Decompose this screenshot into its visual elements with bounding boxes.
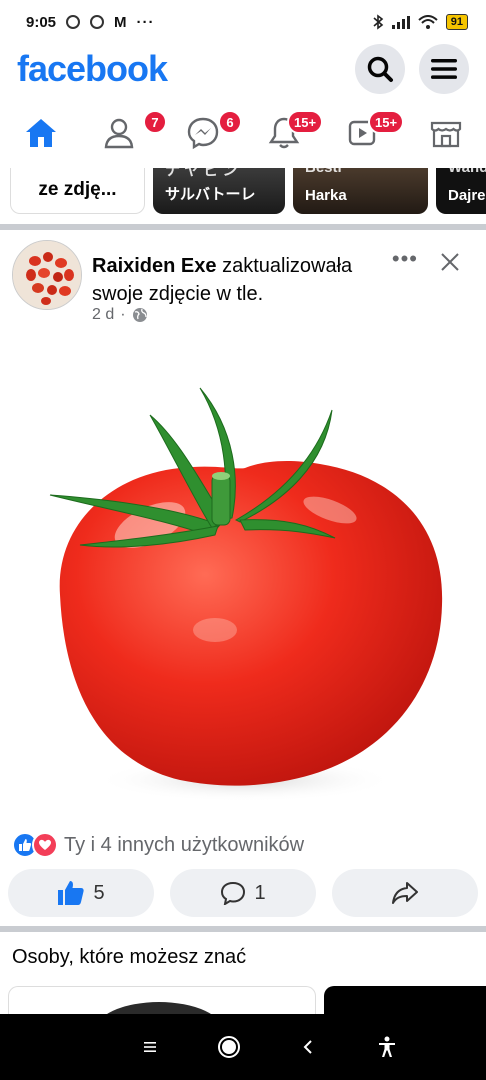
share-button[interactable] [332, 869, 478, 917]
story-card[interactable]: Besti Harka [293, 168, 428, 214]
share-icon [392, 882, 418, 904]
search-icon [367, 56, 393, 82]
status-time: 9:05 [26, 13, 57, 31]
meta-separator: · [120, 306, 126, 323]
section-divider [0, 224, 486, 230]
chrome-icon [66, 15, 81, 29]
tab-home[interactable] [0, 100, 81, 166]
story-top-text: Wand [448, 168, 486, 176]
back-icon [303, 1040, 312, 1054]
post-time[interactable]: 2 d [92, 306, 114, 324]
section-divider [0, 926, 486, 932]
menu-button[interactable] [419, 44, 469, 94]
tab-marketplace[interactable] [405, 100, 486, 166]
facebook-logo[interactable]: facebook [17, 48, 168, 90]
stories-row: ze zdję... ナ ヤ ビ ン サルバトーレ Besti Harka Wa… [0, 168, 486, 218]
globe-icon [132, 308, 147, 322]
create-story-card[interactable]: ze zdję... [10, 168, 145, 214]
gmail-icon: M [114, 13, 127, 31]
post-meta: 2 d · [92, 306, 148, 324]
comment-button[interactable]: 1 [170, 869, 316, 917]
close-icon [441, 253, 459, 271]
story-name: Dajre [448, 187, 486, 204]
love-reaction-icon [32, 832, 58, 858]
reactions-summary[interactable]: Ty i 4 innych użytkowników [12, 832, 304, 858]
accessibility-icon [378, 1036, 395, 1057]
accessibility-button[interactable] [367, 1027, 407, 1067]
hamburger-icon [431, 59, 457, 79]
story-top-text: ナ ヤ ビ ン [165, 168, 238, 179]
messenger-badge: 6 [218, 110, 242, 134]
recents-icon [143, 1042, 156, 1052]
home-circle-icon [217, 1036, 240, 1058]
reactions-text: Ty i 4 innych użytkowników [64, 833, 305, 856]
tomato-image [49, 387, 443, 802]
story-card[interactable]: ナ ヤ ビ ン サルバトーレ [153, 168, 285, 214]
watch-badge: 15+ [368, 110, 405, 134]
back-button[interactable] [288, 1027, 328, 1067]
tab-watch[interactable]: 15+ [324, 100, 405, 166]
story-name: サルバトーレ [165, 186, 256, 203]
bluetooth-icon [373, 14, 384, 30]
chrome-icon [90, 15, 105, 29]
friends-icon [104, 118, 133, 149]
pymk-title: Osoby, które możesz znać [12, 946, 247, 968]
battery-indicator: 91 [445, 14, 468, 30]
hide-post-button[interactable] [440, 252, 460, 277]
author-avatar[interactable] [12, 240, 82, 310]
system-navbar [0, 1014, 486, 1080]
home-system-button[interactable] [209, 1027, 249, 1067]
avatar-tomatoes-image [13, 241, 81, 309]
tab-notifications[interactable]: 15+ [243, 100, 324, 166]
search-button[interactable] [355, 44, 405, 94]
create-story-label: ze zdję... [38, 179, 117, 200]
comment-count: 1 [254, 881, 266, 904]
post-header: Raixiden Exe zaktualizowała swoje zdjęci… [12, 240, 476, 330]
more-notifications-icon: ··· [136, 13, 155, 31]
tab-messenger[interactable]: 6 [162, 100, 243, 166]
post-author-line: Raixiden Exe zaktualizowała swoje zdjęci… [92, 252, 392, 308]
home-icon [25, 119, 56, 147]
post-more-button[interactable]: ••• [392, 248, 418, 270]
marketplace-icon [430, 121, 461, 148]
post-image[interactable] [0, 340, 486, 820]
app-header: facebook [0, 44, 486, 94]
messenger-icon [187, 117, 218, 150]
story-card[interactable]: Wand Dajre [436, 168, 486, 214]
main-nav: 7 6 15+ 15+ [0, 100, 486, 166]
author-name[interactable]: Raixiden Exe [92, 255, 217, 277]
recent-apps-button[interactable] [130, 1027, 170, 1067]
like-button[interactable]: 5 [8, 869, 154, 917]
wifi-icon [418, 15, 438, 29]
post-actions: 5 1 [8, 869, 478, 917]
story-name: Harka [305, 187, 347, 204]
thumbs-up-icon [58, 881, 85, 905]
notifications-badge: 15+ [287, 110, 324, 134]
signal-icon [391, 16, 410, 29]
tab-friends[interactable]: 7 [81, 100, 167, 166]
like-count: 5 [93, 881, 105, 904]
status-bar: 9:05 M ··· 91 [0, 0, 486, 44]
comment-icon [221, 881, 246, 905]
story-top-text: Besti [305, 168, 342, 176]
